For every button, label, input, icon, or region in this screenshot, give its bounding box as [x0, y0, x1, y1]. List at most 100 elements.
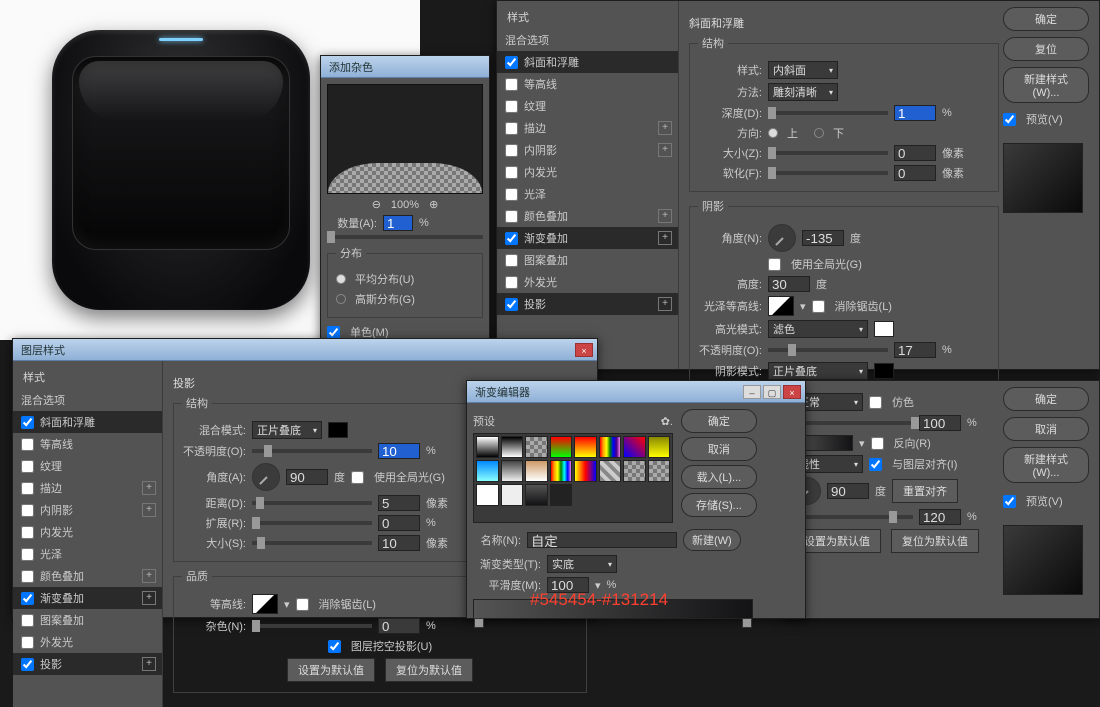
style-inner-shadow[interactable]: 内阴影+ — [497, 139, 678, 161]
preview-chk[interactable] — [1003, 113, 1016, 126]
chk-co2[interactable] — [21, 570, 34, 583]
add-icon[interactable]: + — [142, 481, 156, 495]
hl-opacity-input[interactable] — [894, 342, 936, 358]
style-grad-overlay[interactable]: 渐变叠加+ — [13, 587, 162, 609]
spread-slider[interactable] — [252, 521, 372, 525]
style-stroke[interactable]: 描边+ — [497, 117, 678, 139]
new-style-button[interactable]: 新建样式(W)... — [1003, 447, 1089, 483]
gear-icon[interactable]: ✿. — [661, 415, 673, 428]
hl-color[interactable] — [874, 321, 894, 337]
soften-input[interactable] — [894, 165, 936, 181]
radio-uniform[interactable] — [336, 274, 346, 284]
ok-button[interactable]: 确定 — [681, 409, 757, 433]
noise-slider[interactable] — [252, 624, 372, 628]
chevron-down-icon[interactable]: ▾ — [800, 300, 806, 313]
add-icon[interactable]: + — [142, 569, 156, 583]
add-icon[interactable]: + — [142, 657, 156, 671]
sh-mode-dropdown[interactable]: 正片叠底▾ — [768, 362, 868, 380]
chk-coloroverlay[interactable] — [505, 210, 518, 223]
style-satin[interactable]: 光泽 — [497, 183, 678, 205]
add-icon[interactable]: + — [142, 503, 156, 517]
depth-slider[interactable] — [768, 111, 888, 115]
chk-stroke2[interactable] — [21, 482, 34, 495]
maximize-icon[interactable]: ▢ — [763, 385, 781, 399]
style-bevel[interactable]: 斜面和浮雕 — [497, 51, 678, 73]
style-outer-glow[interactable]: 外发光 — [497, 271, 678, 293]
reset-default-button[interactable]: 复位为默认值 — [891, 529, 979, 553]
angle-dial[interactable] — [252, 463, 280, 491]
titlebar[interactable]: 图层样式 × — [13, 339, 597, 361]
gloss-contour[interactable] — [768, 296, 794, 316]
style-blend-options[interactable]: 混合选项 — [497, 29, 678, 51]
chk-dropshadow[interactable] — [505, 298, 518, 311]
reset-align-button[interactable]: 重置对齐 — [892, 479, 958, 503]
angle-input[interactable] — [802, 230, 844, 246]
style-pat-overlay[interactable]: 图案叠加 — [13, 609, 162, 631]
chk-contour[interactable] — [505, 78, 518, 91]
style-dropdown[interactable]: 内斜面▾ — [768, 61, 838, 79]
opacity-slider[interactable] — [252, 449, 372, 453]
global-light-chk[interactable] — [351, 471, 364, 484]
chk-stroke[interactable] — [505, 122, 518, 135]
style-contour[interactable]: 等高线 — [13, 433, 162, 455]
antialias-chk[interactable] — [812, 300, 825, 313]
chk-patoverlay[interactable] — [505, 254, 518, 267]
style-color-overlay[interactable]: 颜色叠加+ — [497, 205, 678, 227]
style-grad-overlay[interactable]: 渐变叠加+ — [497, 227, 678, 249]
titlebar[interactable]: 渐变编辑器 – ▢ × — [467, 381, 805, 403]
style-texture[interactable]: 纹理 — [13, 455, 162, 477]
style-inner-glow[interactable]: 内发光 — [497, 161, 678, 183]
chk-og2[interactable] — [21, 636, 34, 649]
style-outer-glow[interactable]: 外发光 — [13, 631, 162, 653]
size-input[interactable] — [378, 535, 420, 551]
chk-satin2[interactable] — [21, 548, 34, 561]
style-bevel[interactable]: 斜面和浮雕 — [13, 411, 162, 433]
chk-innershadow[interactable] — [505, 144, 518, 157]
add-icon[interactable]: + — [658, 121, 672, 135]
make-default-button[interactable]: 设置为默认值 — [793, 529, 881, 553]
load-button[interactable]: 载入(L)... — [681, 465, 757, 489]
style-drop-shadow[interactable]: 投影+ — [497, 293, 678, 315]
add-icon[interactable]: + — [658, 297, 672, 311]
style-color-overlay[interactable]: 颜色叠加+ — [13, 565, 162, 587]
style-drop-shadow[interactable]: 投影+ — [13, 653, 162, 675]
radio-up[interactable] — [768, 128, 778, 138]
angle-dial[interactable] — [768, 224, 796, 252]
distance-slider[interactable] — [252, 501, 372, 505]
radio-gaussian[interactable] — [336, 294, 346, 304]
chk-is2[interactable] — [21, 504, 34, 517]
close-icon[interactable]: × — [783, 385, 801, 399]
soften-slider[interactable] — [768, 171, 888, 175]
chk-texture[interactable] — [505, 100, 518, 113]
chk-satin[interactable] — [505, 188, 518, 201]
amount-input[interactable] — [383, 215, 413, 231]
add-icon[interactable]: + — [658, 143, 672, 157]
new-button[interactable]: 新建(W) — [683, 529, 741, 551]
radio-down[interactable] — [814, 128, 824, 138]
amount-slider[interactable] — [327, 235, 483, 239]
add-icon[interactable]: + — [658, 231, 672, 245]
chk-ds2[interactable] — [21, 658, 34, 671]
antialias-chk[interactable] — [296, 598, 309, 611]
distance-input[interactable] — [378, 495, 420, 511]
style-stroke[interactable]: 描边+ — [13, 477, 162, 499]
chk-po2[interactable] — [21, 614, 34, 627]
titlebar[interactable]: 添加杂色 — [321, 56, 489, 78]
global-light-chk[interactable] — [768, 258, 781, 271]
chevron-down-icon[interactable]: ▾ — [284, 598, 290, 611]
cancel-button[interactable]: 取消 — [681, 437, 757, 461]
go-opacity-input[interactable] — [919, 415, 961, 431]
altitude-input[interactable] — [768, 276, 810, 292]
name-input[interactable] — [527, 532, 677, 548]
style-contour[interactable]: 等高线 — [497, 73, 678, 95]
chk-texture2[interactable] — [21, 460, 34, 473]
ok-button[interactable]: 确定 — [1003, 387, 1089, 411]
minimize-icon[interactable]: – — [743, 385, 761, 399]
zoom-out-icon[interactable]: ⊖ — [372, 198, 381, 211]
chk-gradoverlay[interactable] — [505, 232, 518, 245]
chk-ig2[interactable] — [21, 526, 34, 539]
method-dropdown[interactable]: 雕刻清晰▾ — [768, 83, 838, 101]
cancel-button[interactable]: 取消 — [1003, 417, 1089, 441]
type-dropdown[interactable]: 实底▾ — [547, 555, 617, 573]
ok-button[interactable]: 确定 — [1003, 7, 1089, 31]
